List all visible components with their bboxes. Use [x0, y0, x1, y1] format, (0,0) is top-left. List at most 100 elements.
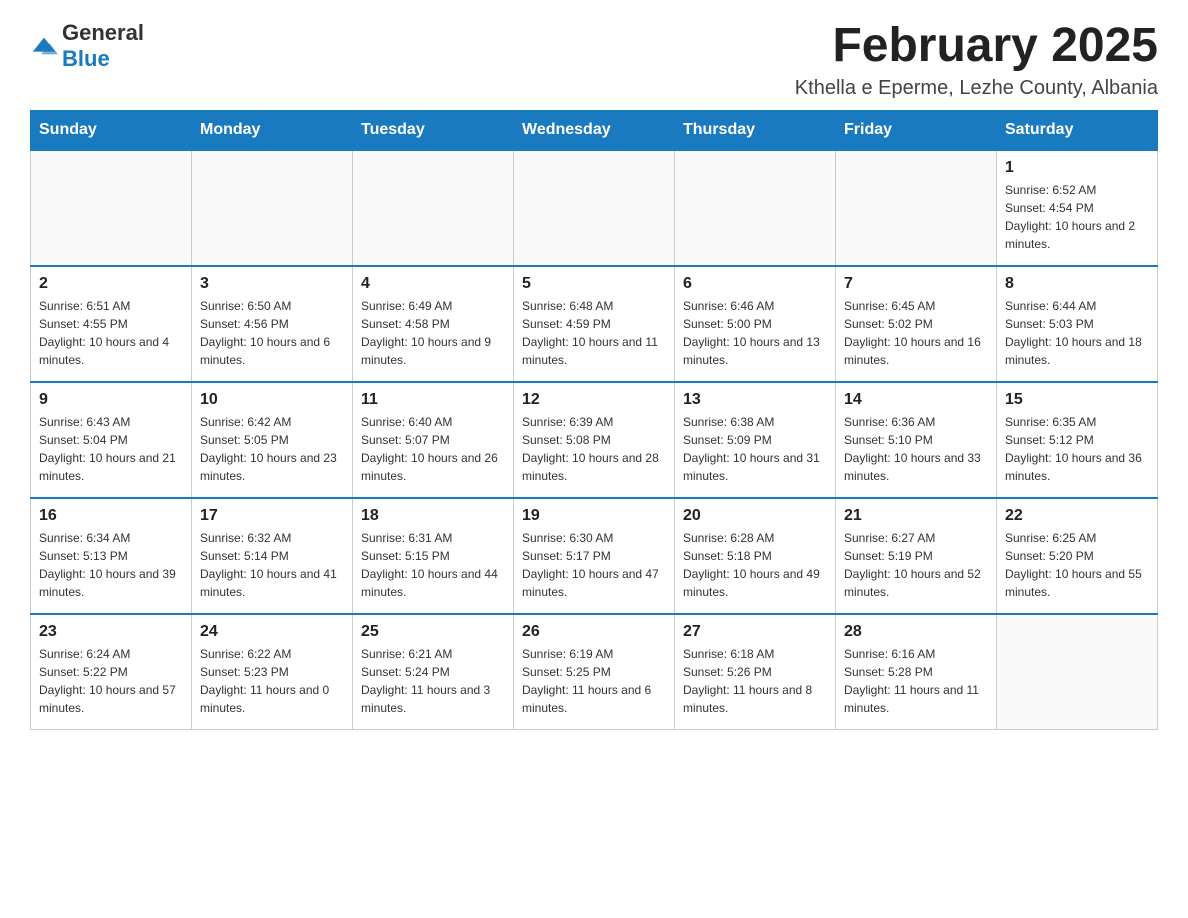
title-area: February 2025 Kthella e Eperme, Lezhe Co…: [795, 20, 1158, 100]
day-number: 23: [39, 623, 183, 641]
calendar-week-row: 2 Sunrise: 6:51 AM Sunset: 4:55 PM Daylig…: [31, 266, 1158, 382]
day-info: Sunrise: 6:27 AM Sunset: 5:19 PM Dayligh…: [844, 529, 988, 601]
page-header: General Blue February 2025 Kthella e Epe…: [30, 20, 1158, 100]
day-number: 12: [522, 391, 666, 409]
calendar-day-header: Thursday: [675, 110, 836, 150]
calendar-day-cell: 23 Sunrise: 6:24 AM Sunset: 5:22 PM Dayli…: [31, 614, 192, 730]
calendar-day-cell: 11 Sunrise: 6:40 AM Sunset: 5:07 PM Dayli…: [353, 382, 514, 498]
calendar-day-cell: [997, 614, 1158, 730]
day-number: 8: [1005, 275, 1149, 293]
day-number: 10: [200, 391, 344, 409]
day-info: Sunrise: 6:21 AM Sunset: 5:24 PM Dayligh…: [361, 645, 505, 717]
day-number: 6: [683, 275, 827, 293]
calendar-day-cell: 18 Sunrise: 6:31 AM Sunset: 5:15 PM Dayli…: [353, 498, 514, 614]
day-info: Sunrise: 6:35 AM Sunset: 5:12 PM Dayligh…: [1005, 413, 1149, 485]
calendar-day-cell: [31, 150, 192, 266]
month-title: February 2025: [795, 20, 1158, 73]
day-number: 24: [200, 623, 344, 641]
day-info: Sunrise: 6:46 AM Sunset: 5:00 PM Dayligh…: [683, 297, 827, 369]
calendar-day-cell: 17Sunrise: 6:32 AM Sunset: 5:14 PM Dayli…: [192, 498, 353, 614]
day-number: 7: [844, 275, 988, 293]
calendar-day-cell: 5 Sunrise: 6:48 AM Sunset: 4:59 PM Daylig…: [514, 266, 675, 382]
calendar-day-cell: 22 Sunrise: 6:25 AM Sunset: 5:20 PM Dayli…: [997, 498, 1158, 614]
day-number: 11: [361, 391, 505, 409]
day-number: 2: [39, 275, 183, 293]
day-info: Sunrise: 6:49 AM Sunset: 4:58 PM Dayligh…: [361, 297, 505, 369]
day-number: 4: [361, 275, 505, 293]
day-info: Sunrise: 6:52 AM Sunset: 4:54 PM Dayligh…: [1005, 181, 1149, 253]
calendar-week-row: 16Sunrise: 6:34 AM Sunset: 5:13 PM Dayli…: [31, 498, 1158, 614]
day-info: Sunrise: 6:18 AM Sunset: 5:26 PM Dayligh…: [683, 645, 827, 717]
calendar-day-cell: 14 Sunrise: 6:36 AM Sunset: 5:10 PM Dayli…: [836, 382, 997, 498]
calendar-day-cell: 6 Sunrise: 6:46 AM Sunset: 5:00 PM Daylig…: [675, 266, 836, 382]
calendar-day-cell: 24Sunrise: 6:22 AM Sunset: 5:23 PM Dayli…: [192, 614, 353, 730]
calendar-day-header: Saturday: [997, 110, 1158, 150]
calendar-day-cell: 16Sunrise: 6:34 AM Sunset: 5:13 PM Dayli…: [31, 498, 192, 614]
day-info: Sunrise: 6:43 AM Sunset: 5:04 PM Dayligh…: [39, 413, 183, 485]
calendar-day-cell: [836, 150, 997, 266]
calendar-day-cell: 2 Sunrise: 6:51 AM Sunset: 4:55 PM Daylig…: [31, 266, 192, 382]
day-number: 25: [361, 623, 505, 641]
calendar-body: 1 Sunrise: 6:52 AM Sunset: 4:54 PM Daylig…: [31, 150, 1158, 730]
day-number: 19: [522, 507, 666, 525]
day-number: 18: [361, 507, 505, 525]
day-info: Sunrise: 6:40 AM Sunset: 5:07 PM Dayligh…: [361, 413, 505, 485]
logo-icon: [30, 32, 58, 60]
day-number: 14: [844, 391, 988, 409]
calendar-week-row: 23 Sunrise: 6:24 AM Sunset: 5:22 PM Dayli…: [31, 614, 1158, 730]
calendar-day-header: Monday: [192, 110, 353, 150]
calendar-day-cell: 13Sunrise: 6:38 AM Sunset: 5:09 PM Dayli…: [675, 382, 836, 498]
day-info: Sunrise: 6:32 AM Sunset: 5:14 PM Dayligh…: [200, 529, 344, 601]
day-info: Sunrise: 6:28 AM Sunset: 5:18 PM Dayligh…: [683, 529, 827, 601]
calendar-day-header: Wednesday: [514, 110, 675, 150]
calendar-day-cell: [675, 150, 836, 266]
logo: General Blue: [30, 20, 144, 72]
day-info: Sunrise: 6:19 AM Sunset: 5:25 PM Dayligh…: [522, 645, 666, 717]
day-info: Sunrise: 6:50 AM Sunset: 4:56 PM Dayligh…: [200, 297, 344, 369]
day-info: Sunrise: 6:42 AM Sunset: 5:05 PM Dayligh…: [200, 413, 344, 485]
day-number: 1: [1005, 159, 1149, 177]
day-info: Sunrise: 6:24 AM Sunset: 5:22 PM Dayligh…: [39, 645, 183, 717]
calendar-day-cell: [353, 150, 514, 266]
calendar-week-row: 1 Sunrise: 6:52 AM Sunset: 4:54 PM Daylig…: [31, 150, 1158, 266]
day-info: Sunrise: 6:25 AM Sunset: 5:20 PM Dayligh…: [1005, 529, 1149, 601]
calendar-day-cell: [514, 150, 675, 266]
calendar-day-cell: 21 Sunrise: 6:27 AM Sunset: 5:19 PM Dayli…: [836, 498, 997, 614]
location-subtitle: Kthella e Eperme, Lezhe County, Albania: [795, 77, 1158, 100]
calendar-day-cell: 27 Sunrise: 6:18 AM Sunset: 5:26 PM Dayli…: [675, 614, 836, 730]
calendar-day-header: Sunday: [31, 110, 192, 150]
day-info: Sunrise: 6:34 AM Sunset: 5:13 PM Dayligh…: [39, 529, 183, 601]
day-number: 26: [522, 623, 666, 641]
day-info: Sunrise: 6:36 AM Sunset: 5:10 PM Dayligh…: [844, 413, 988, 485]
calendar-table: SundayMondayTuesdayWednesdayThursdayFrid…: [30, 110, 1158, 730]
calendar-day-cell: 9 Sunrise: 6:43 AM Sunset: 5:04 PM Daylig…: [31, 382, 192, 498]
logo-blue-text: Blue: [62, 46, 110, 71]
calendar-day-cell: 25 Sunrise: 6:21 AM Sunset: 5:24 PM Dayli…: [353, 614, 514, 730]
calendar-day-cell: 12Sunrise: 6:39 AM Sunset: 5:08 PM Dayli…: [514, 382, 675, 498]
day-info: Sunrise: 6:31 AM Sunset: 5:15 PM Dayligh…: [361, 529, 505, 601]
calendar-week-row: 9 Sunrise: 6:43 AM Sunset: 5:04 PM Daylig…: [31, 382, 1158, 498]
day-number: 21: [844, 507, 988, 525]
calendar-day-cell: 19 Sunrise: 6:30 AM Sunset: 5:17 PM Dayli…: [514, 498, 675, 614]
day-info: Sunrise: 6:30 AM Sunset: 5:17 PM Dayligh…: [522, 529, 666, 601]
calendar-day-cell: 3Sunrise: 6:50 AM Sunset: 4:56 PM Daylig…: [192, 266, 353, 382]
calendar-day-cell: 15 Sunrise: 6:35 AM Sunset: 5:12 PM Dayli…: [997, 382, 1158, 498]
day-number: 20: [683, 507, 827, 525]
day-number: 22: [1005, 507, 1149, 525]
day-number: 27: [683, 623, 827, 641]
calendar-day-cell: 8Sunrise: 6:44 AM Sunset: 5:03 PM Daylig…: [997, 266, 1158, 382]
day-number: 5: [522, 275, 666, 293]
calendar-day-cell: 7 Sunrise: 6:45 AM Sunset: 5:02 PM Daylig…: [836, 266, 997, 382]
day-number: 9: [39, 391, 183, 409]
day-info: Sunrise: 6:51 AM Sunset: 4:55 PM Dayligh…: [39, 297, 183, 369]
calendar-day-cell: 1 Sunrise: 6:52 AM Sunset: 4:54 PM Daylig…: [997, 150, 1158, 266]
calendar-day-cell: 10 Sunrise: 6:42 AM Sunset: 5:05 PM Dayli…: [192, 382, 353, 498]
day-info: Sunrise: 6:45 AM Sunset: 5:02 PM Dayligh…: [844, 297, 988, 369]
calendar-day-cell: 4 Sunrise: 6:49 AM Sunset: 4:58 PM Daylig…: [353, 266, 514, 382]
calendar-day-header: Friday: [836, 110, 997, 150]
day-number: 15: [1005, 391, 1149, 409]
day-info: Sunrise: 6:48 AM Sunset: 4:59 PM Dayligh…: [522, 297, 666, 369]
day-number: 28: [844, 623, 988, 641]
calendar-day-cell: 28Sunrise: 6:16 AM Sunset: 5:28 PM Dayli…: [836, 614, 997, 730]
calendar-day-cell: 26 Sunrise: 6:19 AM Sunset: 5:25 PM Dayli…: [514, 614, 675, 730]
